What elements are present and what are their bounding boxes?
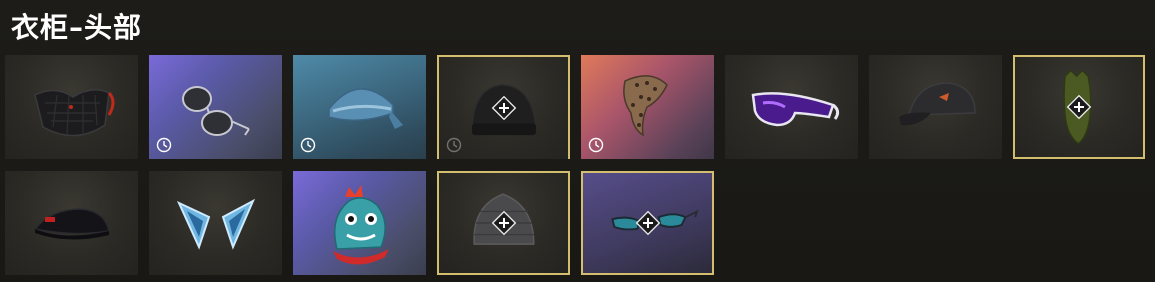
item-tile-face-mask[interactable] bbox=[5, 55, 138, 159]
item-tile-tinted-glasses[interactable] bbox=[581, 171, 714, 275]
plus-diamond-icon bbox=[491, 210, 516, 236]
cat-ears-icon bbox=[176, 198, 256, 250]
plus-diamond-icon bbox=[491, 95, 516, 121]
item-tile-sport-glasses[interactable] bbox=[725, 55, 858, 159]
plus-diamond-icon bbox=[1066, 94, 1092, 120]
plus-diamond-icon bbox=[635, 210, 660, 236]
clock-icon bbox=[156, 137, 172, 153]
item-tile-cat-ears[interactable] bbox=[149, 171, 282, 275]
sport-glasses-icon bbox=[751, 92, 840, 127]
clock-icon bbox=[446, 137, 462, 153]
wardrobe-panel: 衣柜–头部 bbox=[0, 0, 1155, 282]
item-tile-leopard-headscarf[interactable] bbox=[581, 55, 714, 159]
item-tile-bandana-cap[interactable] bbox=[293, 55, 426, 159]
clock-icon bbox=[588, 137, 604, 153]
item-tile-dino-mask[interactable] bbox=[293, 171, 426, 275]
item-tile-dark-beanie[interactable] bbox=[437, 55, 570, 159]
item-tile-aviator-sunglasses[interactable] bbox=[149, 55, 282, 159]
page-title: 衣柜–头部 bbox=[11, 11, 143, 44]
flat-cap-icon bbox=[33, 208, 110, 240]
item-tile-green-balaclava[interactable] bbox=[1013, 55, 1145, 159]
item-tile-knit-beanie[interactable] bbox=[437, 171, 570, 275]
item-tile-flat-cap[interactable] bbox=[5, 171, 138, 275]
clock-icon bbox=[300, 137, 316, 153]
dino-mask-icon bbox=[333, 185, 389, 265]
face-mask-icon bbox=[34, 89, 115, 137]
baseball-cap-icon bbox=[899, 82, 976, 126]
item-tile-baseball-cap[interactable] bbox=[869, 55, 1002, 159]
